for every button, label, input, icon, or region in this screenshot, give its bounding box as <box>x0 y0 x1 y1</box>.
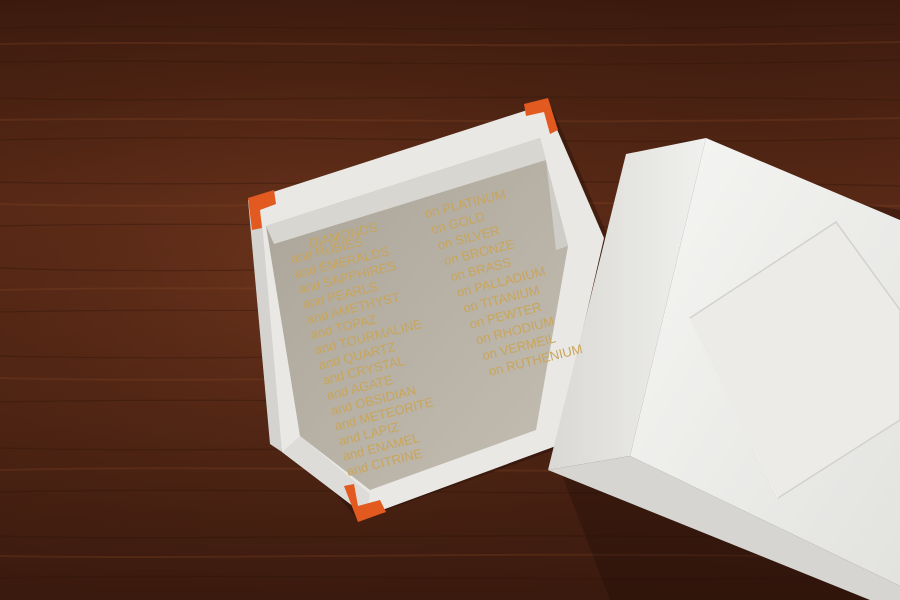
metal-list: on PLATINUMon GOLDon SILVERon BRONZEon B… <box>423 186 584 379</box>
gemstone-list: DIAMONDSand RUBIESand EMERALDSand SAPPHI… <box>289 219 435 479</box>
box-interior-text: DIAMONDSand RUBIESand EMERALDSand SAPPHI… <box>289 186 584 479</box>
photo-scene: DIAMONDS and RUBIES and EMERALDS and SAPPHI… <box>0 0 900 600</box>
